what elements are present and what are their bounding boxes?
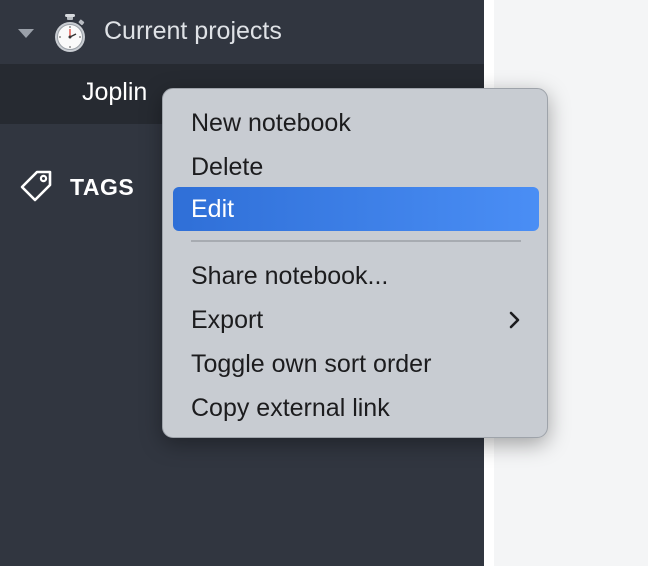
folder-row-current-projects[interactable]: Current projects <box>0 0 484 64</box>
menu-item-share-notebook[interactable]: Share notebook... <box>173 254 539 298</box>
menu-item-label: Copy external link <box>191 394 390 422</box>
menu-item-delete[interactable]: Delete <box>173 145 539 189</box>
tag-icon <box>20 170 52 202</box>
menu-item-label: New notebook <box>191 109 351 137</box>
menu-item-label: Delete <box>191 153 264 181</box>
menu-item-copy-external-link[interactable]: Copy external link <box>173 386 539 430</box>
menu-item-edit[interactable]: Edit <box>173 187 539 231</box>
notebook-label: Joplin <box>82 78 148 106</box>
menu-item-new-notebook[interactable]: New notebook <box>173 101 539 145</box>
menu-item-label: Share notebook... <box>191 262 389 290</box>
stopwatch-icon <box>55 14 85 52</box>
menu-item-label: Toggle own sort order <box>191 350 432 378</box>
chevron-right-icon <box>509 311 520 329</box>
menu-item-toggle-sort-order[interactable]: Toggle own sort order <box>173 342 539 386</box>
menu-separator <box>191 240 521 242</box>
tags-label: TAGS <box>70 174 135 200</box>
menu-item-export[interactable]: Export <box>173 298 539 342</box>
folder-label: Current projects <box>104 17 282 45</box>
expand-caret-icon[interactable] <box>18 29 34 38</box>
menu-item-label: Edit <box>191 195 235 223</box>
context-menu: New notebook Delete Edit Share notebook.… <box>162 88 548 438</box>
menu-item-label: Export <box>191 306 264 334</box>
